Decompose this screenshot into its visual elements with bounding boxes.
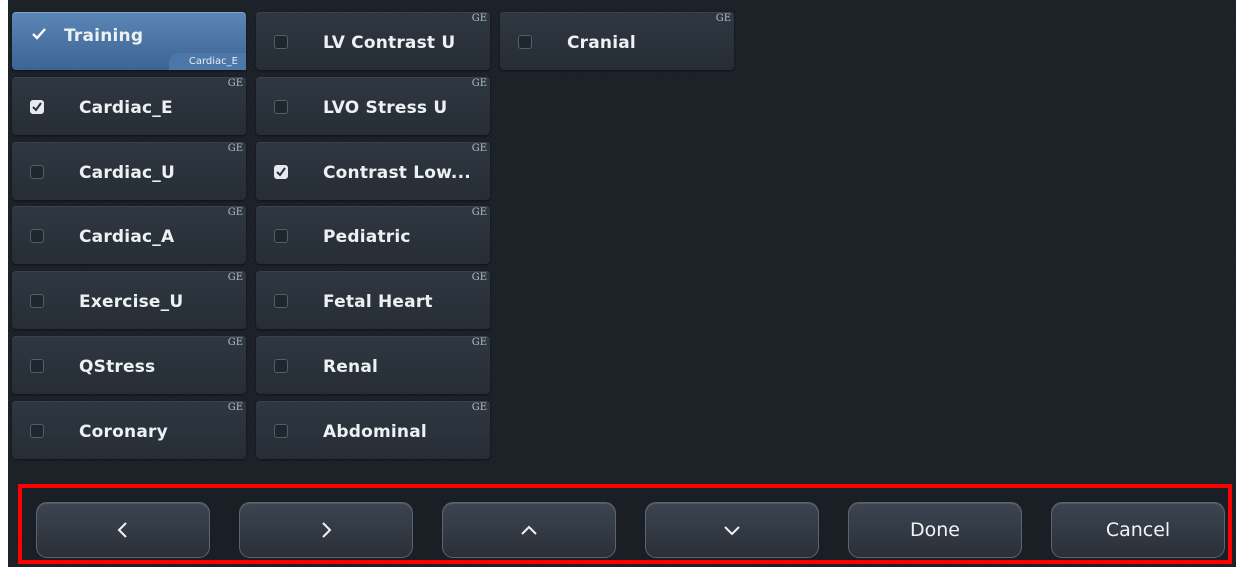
preset-tile-renal[interactable]: Renal GE (256, 336, 490, 394)
preset-label: Exercise_U (79, 292, 184, 312)
preset-tile-fetal-heart[interactable]: Fetal Heart GE (256, 271, 490, 329)
ge-badge: GE (471, 272, 487, 283)
chevron-left-icon (117, 522, 127, 538)
preset-tile-abdominal[interactable]: Abdominal GE (256, 401, 490, 459)
preset-tile-lvo-stress-u[interactable]: LVO Stress U GE (256, 77, 490, 135)
preset-checkbox[interactable] (274, 100, 288, 114)
preset-tile-cranial[interactable]: Cranial GE (500, 12, 734, 70)
preset-checkbox[interactable] (518, 35, 532, 49)
checkmark-icon (32, 102, 42, 112)
preset-label: Abdominal (323, 422, 427, 442)
preset-tile-cardiac-e[interactable]: Cardiac_E GE (12, 77, 246, 135)
preset-checkbox[interactable] (274, 424, 288, 438)
preset-label: LVO Stress U (323, 98, 448, 118)
next-button[interactable] (239, 502, 413, 558)
chevron-down-icon (724, 526, 740, 536)
previous-button[interactable] (36, 502, 210, 558)
preset-checkbox[interactable] (30, 424, 44, 438)
preset-label: Contrast Low... (323, 163, 471, 183)
preset-checkbox[interactable] (274, 294, 288, 308)
preset-label: Cardiac_A (79, 227, 175, 247)
cancel-button[interactable]: Cancel (1051, 502, 1225, 558)
preset-checkbox[interactable] (30, 229, 44, 243)
ge-badge: GE (227, 207, 243, 218)
ge-badge: GE (471, 337, 487, 348)
ge-badge: GE (471, 13, 487, 24)
preset-tile-contrast-low[interactable]: Contrast Low... GE (256, 142, 490, 200)
ge-badge: GE (471, 402, 487, 413)
preset-label: Pediatric (323, 227, 411, 247)
preset-checkbox[interactable] (30, 100, 44, 114)
preset-tile-coronary[interactable]: Coronary GE (12, 401, 246, 459)
chevron-up-icon (521, 525, 537, 535)
preset-tile-training[interactable]: Training Cardiac_E (12, 12, 246, 70)
preset-tile-cardiac-a[interactable]: Cardiac_A GE (12, 206, 246, 264)
preset-label: Cranial (567, 33, 636, 53)
preset-label: Cardiac_U (79, 163, 175, 183)
preset-tile-cardiac-u[interactable]: Cardiac_U GE (12, 142, 246, 200)
ge-badge: GE (715, 13, 731, 24)
ge-badge: GE (227, 78, 243, 89)
navigation-bar: Done Cancel (18, 484, 1232, 564)
preset-label: Coronary (79, 422, 168, 442)
ge-badge: GE (227, 337, 243, 348)
preset-label: Cardiac_E (79, 98, 173, 118)
checkmark-icon[interactable] (31, 27, 47, 41)
ge-badge: GE (227, 272, 243, 283)
ge-badge: GE (227, 402, 243, 413)
up-button[interactable] (442, 502, 616, 558)
preset-checkbox[interactable] (30, 359, 44, 373)
preset-label: LV Contrast U (323, 33, 456, 53)
preset-checkbox[interactable] (30, 294, 44, 308)
preset-tile-exercise-u[interactable]: Exercise_U GE (12, 271, 246, 329)
preset-checkbox[interactable] (274, 229, 288, 243)
preset-label: QStress (79, 357, 156, 377)
preset-label: Renal (323, 357, 379, 377)
preset-tile-pediatric[interactable]: Pediatric GE (256, 206, 490, 264)
ge-badge: GE (471, 207, 487, 218)
ge-badge: GE (471, 143, 487, 154)
preset-tile-qstress[interactable]: QStress GE (12, 336, 246, 394)
done-button[interactable]: Done (848, 502, 1022, 558)
preset-label: Training (64, 26, 144, 46)
preset-checkbox[interactable] (274, 165, 288, 179)
preset-tile-lv-contrast-u[interactable]: LV Contrast U GE (256, 12, 490, 70)
preset-checkbox[interactable] (30, 165, 44, 179)
checkmark-icon (276, 167, 286, 177)
ge-badge: GE (227, 143, 243, 154)
preset-checkbox[interactable] (274, 359, 288, 373)
ge-badge: GE (471, 78, 487, 89)
down-button[interactable] (645, 502, 819, 558)
preset-selection-screen: Training Cardiac_E Cardiac_E GE Cardiac_U GE C… (8, 0, 1236, 567)
preset-label: Fetal Heart (323, 292, 433, 312)
preset-sublabel: Cardiac_E (168, 53, 246, 70)
preset-checkbox[interactable] (274, 35, 288, 49)
chevron-right-icon (322, 522, 332, 538)
